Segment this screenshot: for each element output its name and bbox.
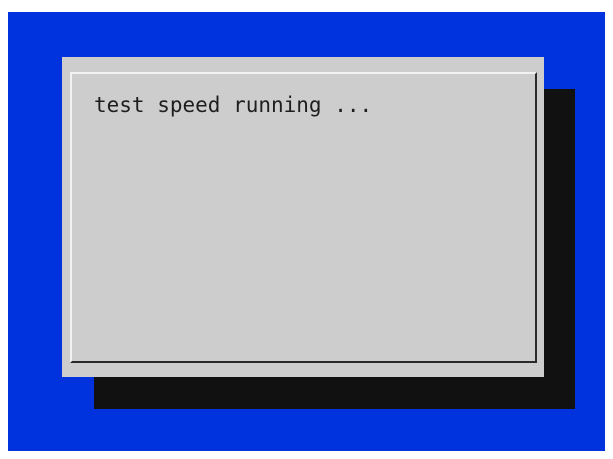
progress-dialog: test speed running ... [62, 57, 544, 377]
status-message: test speed running ... [94, 93, 373, 117]
dialog-frame: test speed running ... [70, 72, 537, 363]
